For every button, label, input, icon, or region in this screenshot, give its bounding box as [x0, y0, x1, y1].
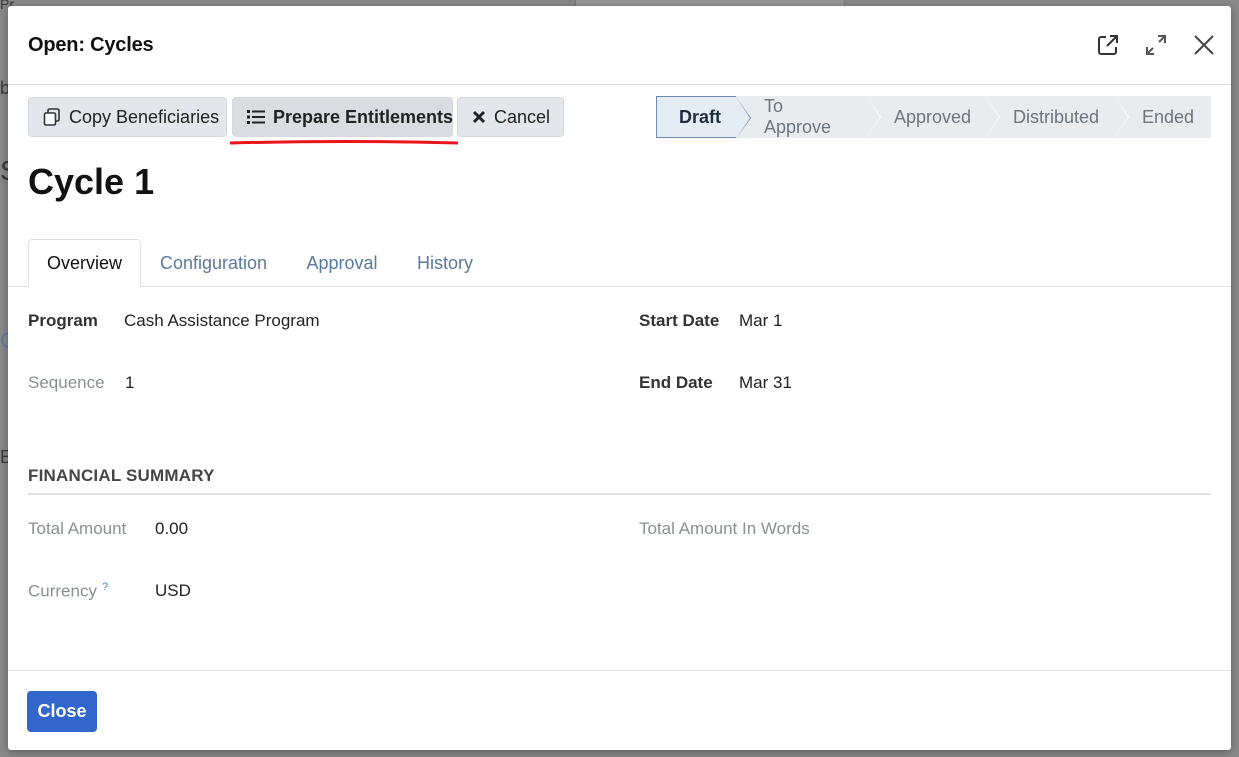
stage-pipeline: Draft To Approve Approved Distributed En…	[656, 96, 1211, 139]
copy-icon	[43, 108, 61, 126]
sequence-value[interactable]: 1	[125, 373, 134, 393]
cancel-label: Cancel	[494, 106, 551, 127]
stage-approved[interactable]: Approved	[866, 96, 1000, 138]
tab-approval[interactable]: Approval	[289, 239, 395, 287]
stage-label: Approved	[894, 106, 972, 127]
record-title: Cycle 1	[28, 161, 155, 202]
prepare-entitlements-label: Prepare Entitlements	[273, 106, 454, 127]
cancel-button[interactable]: Cancel	[457, 97, 564, 137]
highlight-underline	[230, 140, 458, 145]
sequence-label: Sequence	[28, 373, 105, 392]
copy-beneficiaries-label: Copy Beneficiaries	[69, 106, 220, 127]
end-date-label: End Date	[639, 373, 713, 392]
stage-label: To Approve	[764, 96, 832, 137]
x-icon	[472, 110, 486, 124]
currency-value[interactable]: USD	[155, 581, 191, 601]
form-tabs: Overview Configuration Approval History	[8, 239, 1231, 288]
program-label: Program	[28, 311, 98, 330]
total-amount-label: Total Amount	[28, 519, 127, 538]
header-actions	[1095, 32, 1217, 58]
list-icon	[247, 109, 265, 125]
stage-label: Distributed	[1013, 106, 1100, 127]
currency-label-wrap: Currency?	[28, 581, 108, 602]
tab-history[interactable]: History	[401, 239, 489, 287]
start-date-value[interactable]: Mar 1	[739, 311, 782, 331]
currency-label: Currency	[28, 581, 97, 601]
close-button[interactable]: Close	[27, 691, 97, 732]
help-icon[interactable]: ?	[102, 581, 108, 593]
prepare-entitlements-button[interactable]: Prepare Entitlements	[232, 97, 453, 137]
dialog-footer: Close	[8, 670, 1231, 750]
stage-to-approve[interactable]: To Approve	[736, 96, 881, 138]
close-icon[interactable]	[1191, 32, 1217, 58]
stage-draft[interactable]: Draft	[656, 96, 751, 139]
program-value[interactable]: Cash Assistance Program	[124, 311, 320, 331]
stage-label: Ended	[1142, 106, 1195, 127]
tab-configuration[interactable]: Configuration	[145, 239, 282, 287]
cycle-dialog: Open: Cycles Copy Beneficiaries Prepare …	[8, 6, 1231, 750]
financial-summary-heading: FINANCIAL SUMMARY	[28, 466, 215, 485]
tab-overview[interactable]: Overview	[28, 239, 141, 288]
stage-label: Draft	[679, 106, 722, 127]
stage-distributed[interactable]: Distributed	[985, 96, 1129, 138]
total-amount-words-label: Total Amount In Words	[639, 519, 810, 538]
dialog-title: Open: Cycles	[28, 33, 154, 56]
external-link-icon[interactable]	[1095, 32, 1121, 58]
expand-icon[interactable]	[1143, 32, 1169, 58]
copy-beneficiaries-button[interactable]: Copy Beneficiaries	[28, 97, 227, 137]
end-date-value[interactable]: Mar 31	[739, 373, 792, 393]
total-amount-value: 0.00	[155, 519, 189, 538]
dialog-header: Open: Cycles	[8, 6, 1231, 85]
action-statusbar: Copy Beneficiaries Prepare Entitlements	[8, 86, 1231, 148]
section-divider	[28, 493, 1211, 495]
start-date-label: Start Date	[639, 311, 720, 330]
